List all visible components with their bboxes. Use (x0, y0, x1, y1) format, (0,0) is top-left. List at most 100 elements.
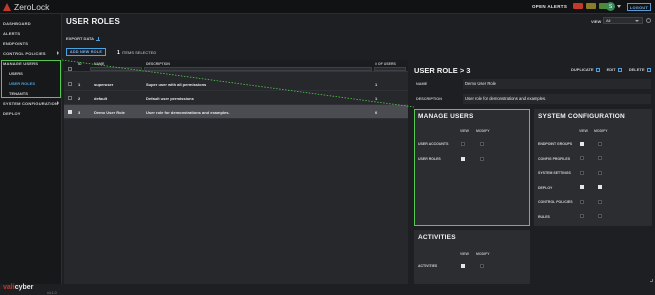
select-all-checkbox[interactable] (68, 67, 72, 71)
permission-view-checkbox[interactable] (580, 199, 584, 204)
duplicate-label: DUPLICATE (571, 67, 594, 72)
row-name: Demo User Role (94, 110, 125, 115)
column-header-id[interactable]: ID (78, 62, 82, 66)
permission-label: RULES (538, 214, 550, 219)
view-column-header: VIEW (460, 252, 469, 256)
permission-view-checkbox[interactable] (580, 214, 584, 218)
permission-label: ENDPOINT GROUPS (538, 142, 573, 146)
gear-icon[interactable] (646, 18, 651, 23)
alert-critical-badge[interactable] (573, 3, 584, 9)
permission-modify-checkbox[interactable] (598, 156, 602, 160)
edit-button[interactable]: EDIT (607, 67, 622, 72)
detail-actions: DUPLICATE EDIT DELETE (571, 67, 651, 72)
permission-view-checkbox[interactable] (580, 141, 584, 146)
row-id: 1 (78, 82, 81, 87)
valicyber-logo: valicyber (3, 284, 33, 291)
column-header-users[interactable]: # OF USERS (375, 62, 396, 66)
row-checkbox[interactable] (68, 82, 72, 86)
row-id: 2 (78, 96, 81, 101)
modify-column-header: MODIFY (594, 129, 608, 133)
sidebar-item-deploy[interactable]: DEPLOY (3, 111, 21, 116)
version-label: v4.1.0 (47, 291, 57, 295)
trash-icon (646, 67, 651, 72)
permission-modify-checkbox[interactable] (598, 199, 602, 204)
table-row[interactable]: 1 superuser Super user with all permission… (64, 77, 408, 91)
duplicate-button[interactable]: DUPLICATE (571, 67, 600, 72)
permission-label: SYSTEM SETTINGS (538, 171, 571, 175)
name-filter-input[interactable] (90, 67, 142, 71)
permission-modify-checkbox[interactable] (480, 263, 484, 268)
description-label: DESCRIPTION (416, 97, 442, 101)
permission-modify-checkbox[interactable] (598, 141, 602, 146)
column-header-description[interactable]: DESCRIPTION (146, 62, 170, 66)
row-checkbox[interactable] (68, 96, 72, 100)
permission-modify-checkbox[interactable] (598, 214, 602, 218)
brand-suffix: cyber (14, 284, 34, 291)
manage-users-highlight (1, 60, 61, 98)
zerolock-logo[interactable]: ZeroLock (3, 2, 49, 12)
delete-button[interactable]: DELETE (629, 67, 651, 72)
row-name: default (94, 96, 108, 101)
export-data-link[interactable]: EXPORT DATA (66, 36, 101, 41)
edit-label: EDIT (606, 67, 616, 72)
chevron-down-icon[interactable] (617, 5, 621, 8)
view-column-header: VIEW (579, 129, 588, 133)
alert-warning-badge[interactable] (586, 3, 597, 9)
row-users: 0 (375, 110, 378, 115)
row-name: superuser (94, 82, 114, 87)
delete-label: DELETE (628, 67, 645, 72)
system-configuration-permissions: SYSTEM CONFIGURATION VIEW MODIFY ENDPOIN… (534, 109, 652, 226)
name-label: NAME (416, 82, 428, 86)
logout-button[interactable]: LOGOUT (627, 3, 651, 11)
page-title: USER ROLES (66, 17, 121, 26)
permission-view-checkbox[interactable] (580, 185, 584, 189)
sidebar-item-dashboard[interactable]: DASHBOARD (3, 21, 31, 26)
table-row[interactable]: 3 Demo User Role User role for demonstrati… (64, 105, 408, 119)
permission-label: ACTIVITIES (418, 264, 438, 268)
selection-count: 1 ITEMS SELECTED (117, 50, 156, 56)
view-select[interactable]: All (603, 17, 643, 24)
open-alerts-label: OPEN ALERTS (532, 3, 568, 9)
sidebar-item-control-policies[interactable]: CONTROL POLICIES (3, 51, 46, 56)
row-users: 1 (375, 96, 378, 101)
permission-modify-checkbox[interactable] (598, 185, 602, 189)
export-data-label: EXPORT DATA (66, 36, 95, 41)
manage-users-highlight (414, 109, 530, 226)
system-configuration-title: SYSTEM CONFIGURATION (538, 113, 625, 120)
row-description: User role for demonstrations and example… (146, 110, 230, 115)
table-header: ID NAME DESCRIPTION # OF USERS (64, 60, 408, 72)
resize-handle[interactable] (650, 279, 653, 282)
permission-view-checkbox[interactable] (461, 263, 465, 268)
row-description: Super user with all permissions (146, 82, 207, 87)
sidebar-item-system-configuration[interactable]: SYSTEM CONFIGURATION (3, 101, 58, 106)
sidebar: DASHBOARD ALERTS ENDPOINTS CONTROL POLIC… (0, 14, 62, 295)
chevron-right-icon (57, 51, 59, 55)
table-row[interactable]: 2 default Default user permissions 1 (64, 91, 408, 105)
brand-name: vali (3, 284, 15, 291)
detail-title: USER ROLE > 3 (414, 66, 471, 75)
selected-count-label: ITEMS SELECTED (121, 50, 157, 55)
user-avatar[interactable]: S (606, 2, 615, 11)
permission-view-checkbox[interactable] (580, 170, 584, 175)
permission-label: CONTROL POLICIES (538, 200, 573, 204)
column-header-name[interactable]: NAME (94, 62, 104, 66)
description-filter-input[interactable] (144, 67, 372, 71)
role-detail-panel: USER ROLE > 3 DUPLICATE EDIT DELETE NAME… (411, 60, 654, 284)
pencil-icon (617, 67, 622, 72)
sidebar-item-endpoints[interactable]: ENDPOINTS (3, 41, 28, 46)
copy-icon (595, 67, 600, 72)
permission-modify-checkbox[interactable] (598, 170, 602, 175)
row-checkbox[interactable] (68, 110, 72, 114)
permission-label: DEPLOY (538, 185, 553, 190)
row-id: 3 (78, 110, 81, 115)
add-new-role-button[interactable]: ADD NEW ROLE (66, 48, 106, 56)
activities-title: ACTIVITIES (418, 234, 456, 241)
description-value: User role for demonstrations and example… (463, 94, 651, 104)
zerolock-logo-icon (3, 3, 11, 11)
sidebar-item-alerts[interactable]: ALERTS (3, 31, 20, 36)
modify-column-header: MODIFY (476, 252, 490, 256)
selected-count-value: 1 (117, 50, 120, 56)
users-filter-input[interactable] (374, 67, 406, 71)
row-users: 1 (375, 82, 378, 87)
permission-view-checkbox[interactable] (580, 156, 584, 160)
